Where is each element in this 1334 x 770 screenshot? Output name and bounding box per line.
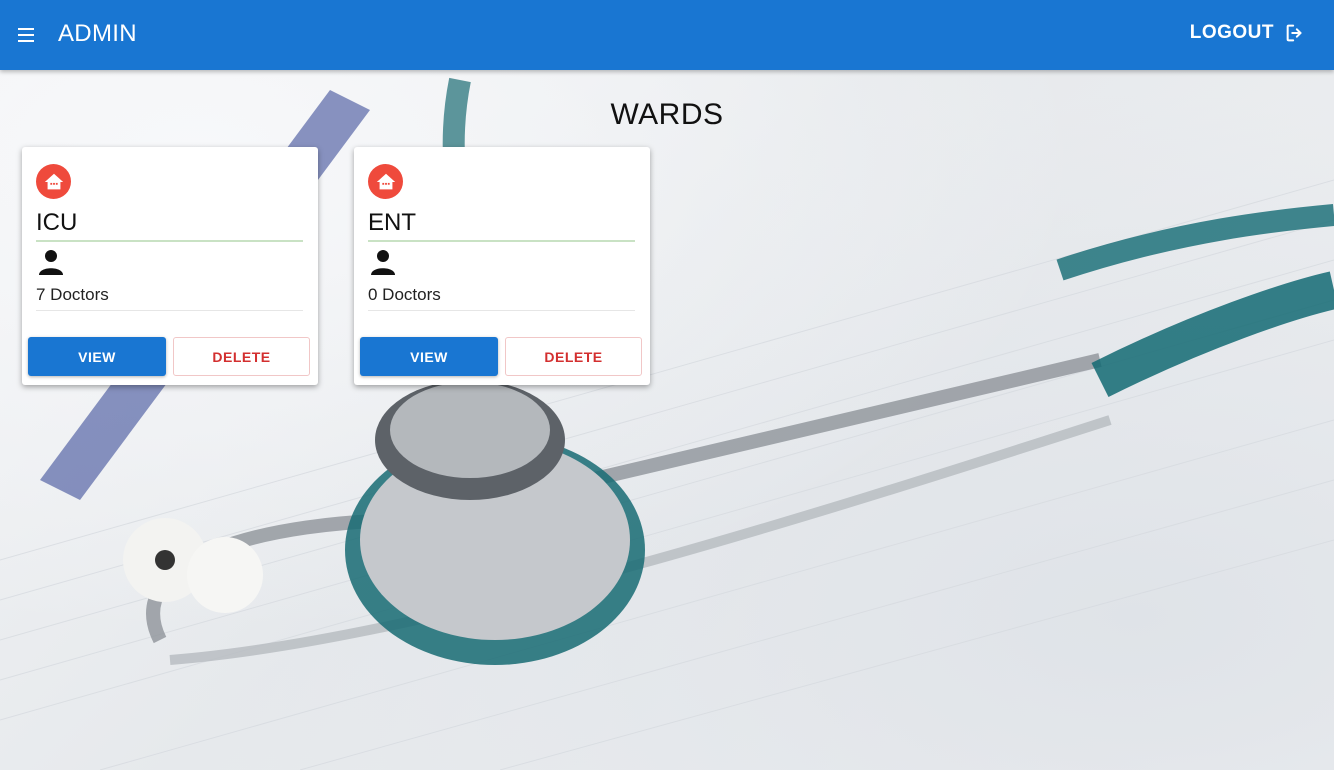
ward-divider <box>36 240 303 242</box>
ward-card: ICU 7 Doctors VIEW DELETE <box>22 147 318 385</box>
delete-button[interactable]: DELETE <box>173 337 310 376</box>
ward-name: ENT <box>368 209 416 236</box>
logout-button[interactable]: LOGOUT <box>1190 22 1306 44</box>
ward-name: ICU <box>36 209 78 236</box>
person-icon <box>39 249 63 280</box>
doctor-count: 7 Doctors <box>36 285 109 304</box>
row-divider <box>368 310 635 311</box>
top-app-bar: ADMIN LOGOUT <box>0 0 1334 70</box>
view-button[interactable]: VIEW <box>28 337 166 376</box>
page-title: WARDS <box>610 98 724 131</box>
home-icon <box>36 164 71 199</box>
logout-label: LOGOUT <box>1189 22 1274 43</box>
hamburger-menu-icon[interactable] <box>18 24 38 46</box>
row-divider <box>36 310 303 311</box>
app-title: ADMIN <box>58 20 137 47</box>
person-icon <box>371 249 395 280</box>
delete-button[interactable]: DELETE <box>505 337 642 376</box>
ward-divider <box>368 240 635 242</box>
logout-icon <box>1284 22 1306 44</box>
admin-wards-page: ADMIN LOGOUT WARDS ICU 7 Doctors VIEW DE… <box>0 0 1334 770</box>
doctor-count: 0 Doctors <box>368 285 441 304</box>
ward-card: ENT 0 Doctors VIEW DELETE <box>354 147 650 385</box>
view-button[interactable]: VIEW <box>360 337 498 376</box>
home-icon <box>368 164 403 199</box>
